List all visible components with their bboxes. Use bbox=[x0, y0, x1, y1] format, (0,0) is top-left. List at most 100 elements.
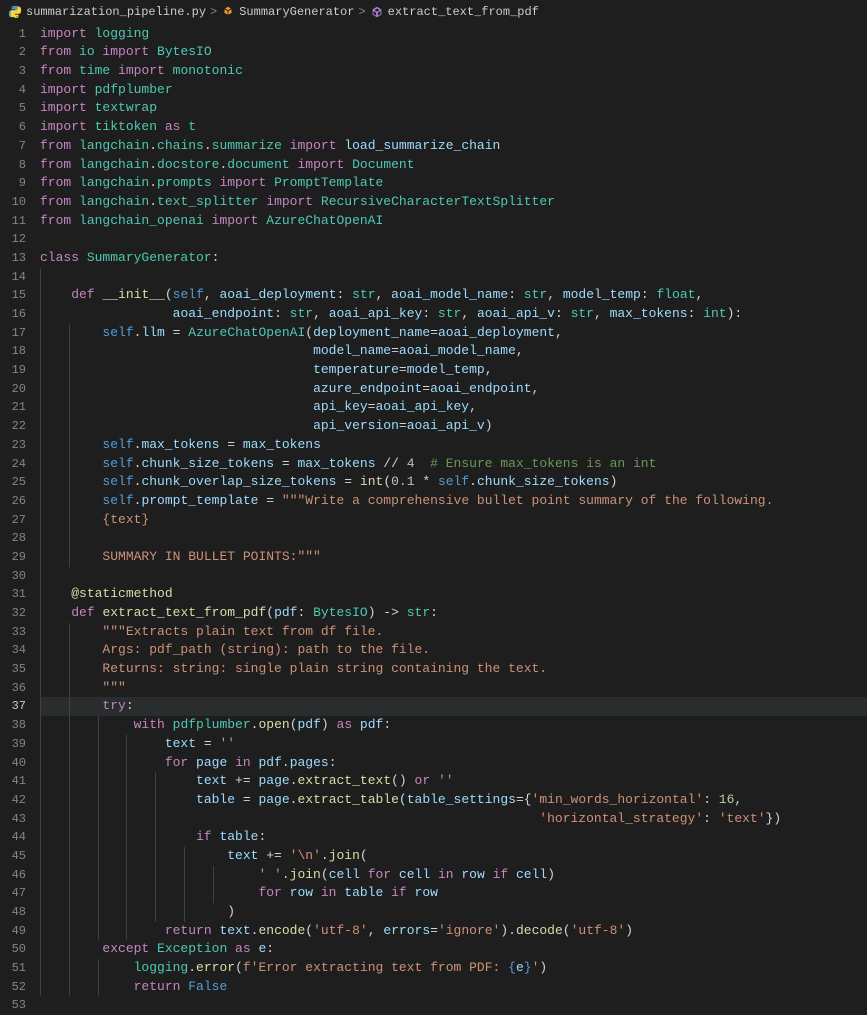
code-line[interactable]: SUMMARY IN BULLET POINTS:""" bbox=[40, 548, 867, 567]
line-number: 3 bbox=[0, 62, 26, 81]
line-number: 24 bbox=[0, 455, 26, 474]
line-number-gutter: 1234567891011121314151617181920212223242… bbox=[0, 25, 40, 1015]
code-line[interactable] bbox=[40, 268, 867, 287]
line-number: 46 bbox=[0, 866, 26, 885]
breadcrumb-file[interactable]: summarization_pipeline.py bbox=[26, 3, 206, 22]
line-number: 47 bbox=[0, 884, 26, 903]
code-line[interactable]: api_key=aoai_api_key, bbox=[40, 398, 867, 417]
line-number: 16 bbox=[0, 305, 26, 324]
code-line[interactable]: def __init__(self, aoai_deployment: str,… bbox=[40, 286, 867, 305]
line-number: 1 bbox=[0, 25, 26, 44]
method-icon bbox=[370, 5, 384, 19]
code-line[interactable]: @staticmethod bbox=[40, 585, 867, 604]
code-line[interactable]: text += page.extract_text() or '' bbox=[40, 772, 867, 791]
code-line[interactable]: model_name=aoai_model_name, bbox=[40, 342, 867, 361]
line-number: 29 bbox=[0, 548, 26, 567]
code-line[interactable]: except Exception as e: bbox=[40, 940, 867, 959]
code-line[interactable]: Returns: string: single plain string con… bbox=[40, 660, 867, 679]
code-area[interactable]: import loggingfrom io import BytesIOfrom… bbox=[40, 25, 867, 1015]
code-line[interactable]: temperature=model_temp, bbox=[40, 361, 867, 380]
code-line[interactable]: import pdfplumber bbox=[40, 81, 867, 100]
code-line[interactable]: try: bbox=[40, 697, 867, 716]
code-line[interactable] bbox=[40, 529, 867, 548]
code-line[interactable]: text += '\n'.join( bbox=[40, 847, 867, 866]
code-line[interactable] bbox=[40, 567, 867, 586]
line-number: 43 bbox=[0, 810, 26, 829]
line-number: 5 bbox=[0, 99, 26, 118]
code-line[interactable]: return False bbox=[40, 978, 867, 997]
line-number: 27 bbox=[0, 511, 26, 530]
code-line[interactable]: self.llm = AzureChatOpenAI(deployment_na… bbox=[40, 324, 867, 343]
code-line[interactable]: api_version=aoai_api_v) bbox=[40, 417, 867, 436]
chevron-right-icon: > bbox=[210, 3, 217, 22]
code-line[interactable] bbox=[40, 230, 867, 249]
code-line[interactable]: class SummaryGenerator: bbox=[40, 249, 867, 268]
chevron-right-icon: > bbox=[358, 3, 365, 22]
code-line[interactable]: import textwrap bbox=[40, 99, 867, 118]
line-number: 51 bbox=[0, 959, 26, 978]
code-line[interactable]: from time import monotonic bbox=[40, 62, 867, 81]
line-number: 52 bbox=[0, 978, 26, 997]
code-line[interactable]: Args: pdf_path (string): path to the fil… bbox=[40, 641, 867, 660]
code-line[interactable]: self.prompt_template = """Write a compre… bbox=[40, 492, 867, 511]
code-editor[interactable]: 1234567891011121314151617181920212223242… bbox=[0, 25, 867, 1015]
code-line[interactable]: {text} bbox=[40, 511, 867, 530]
line-number: 53 bbox=[0, 996, 26, 1015]
code-line[interactable]: text = '' bbox=[40, 735, 867, 754]
code-line[interactable]: def extract_text_from_pdf(pdf: BytesIO) … bbox=[40, 604, 867, 623]
code-line[interactable]: azure_endpoint=aoai_endpoint, bbox=[40, 380, 867, 399]
line-number: 28 bbox=[0, 529, 26, 548]
line-number: 6 bbox=[0, 118, 26, 137]
code-line[interactable] bbox=[40, 996, 867, 1015]
python-file-icon bbox=[8, 5, 22, 19]
code-line[interactable]: self.chunk_size_tokens = max_tokens // 4… bbox=[40, 455, 867, 474]
code-line[interactable]: from langchain.prompts import PromptTemp… bbox=[40, 174, 867, 193]
line-number: 32 bbox=[0, 604, 26, 623]
line-number: 18 bbox=[0, 342, 26, 361]
line-number: 4 bbox=[0, 81, 26, 100]
class-icon bbox=[221, 5, 235, 19]
code-line[interactable]: self.chunk_overlap_size_tokens = int(0.1… bbox=[40, 473, 867, 492]
code-line[interactable]: if table: bbox=[40, 828, 867, 847]
code-line[interactable]: import tiktoken as t bbox=[40, 118, 867, 137]
line-number: 41 bbox=[0, 772, 26, 791]
line-number: 22 bbox=[0, 417, 26, 436]
line-number: 20 bbox=[0, 380, 26, 399]
code-line[interactable]: from langchain.text_splitter import Recu… bbox=[40, 193, 867, 212]
line-number: 19 bbox=[0, 361, 26, 380]
code-line[interactable]: for row in table if row bbox=[40, 884, 867, 903]
code-line[interactable]: import logging bbox=[40, 25, 867, 44]
code-line[interactable]: logging.error(f'Error extracting text fr… bbox=[40, 959, 867, 978]
breadcrumb-method[interactable]: extract_text_from_pdf bbox=[388, 3, 539, 22]
code-line[interactable]: aoai_endpoint: str, aoai_api_key: str, a… bbox=[40, 305, 867, 324]
code-line[interactable]: from langchain.docstore.document import … bbox=[40, 156, 867, 175]
line-number: 8 bbox=[0, 156, 26, 175]
line-number: 7 bbox=[0, 137, 26, 156]
line-number: 21 bbox=[0, 398, 26, 417]
line-number: 38 bbox=[0, 716, 26, 735]
code-line[interactable]: from langchain_openai import AzureChatOp… bbox=[40, 212, 867, 231]
line-number: 33 bbox=[0, 623, 26, 642]
line-number: 23 bbox=[0, 436, 26, 455]
code-line[interactable]: from io import BytesIO bbox=[40, 43, 867, 62]
line-number: 12 bbox=[0, 230, 26, 249]
code-line[interactable]: for page in pdf.pages: bbox=[40, 754, 867, 773]
breadcrumb-class[interactable]: SummaryGenerator bbox=[239, 3, 354, 22]
code-line[interactable]: from langchain.chains.summarize import l… bbox=[40, 137, 867, 156]
line-number: 36 bbox=[0, 679, 26, 698]
code-line[interactable]: with pdfplumber.open(pdf) as pdf: bbox=[40, 716, 867, 735]
code-line[interactable]: """Extracts plain text from df file. bbox=[40, 623, 867, 642]
line-number: 11 bbox=[0, 212, 26, 231]
code-line[interactable]: ) bbox=[40, 903, 867, 922]
line-number: 50 bbox=[0, 940, 26, 959]
breadcrumb[interactable]: summarization_pipeline.py > SummaryGener… bbox=[0, 0, 867, 25]
line-number: 30 bbox=[0, 567, 26, 586]
code-line[interactable]: ' '.join(cell for cell in row if cell) bbox=[40, 866, 867, 885]
code-line[interactable]: 'horizontal_strategy': 'text'}) bbox=[40, 810, 867, 829]
code-line[interactable]: """ bbox=[40, 679, 867, 698]
code-line[interactable]: return text.encode('utf-8', errors='igno… bbox=[40, 922, 867, 941]
line-number: 45 bbox=[0, 847, 26, 866]
code-line[interactable]: self.max_tokens = max_tokens bbox=[40, 436, 867, 455]
code-line[interactable]: table = page.extract_table(table_setting… bbox=[40, 791, 867, 810]
line-number: 14 bbox=[0, 268, 26, 287]
